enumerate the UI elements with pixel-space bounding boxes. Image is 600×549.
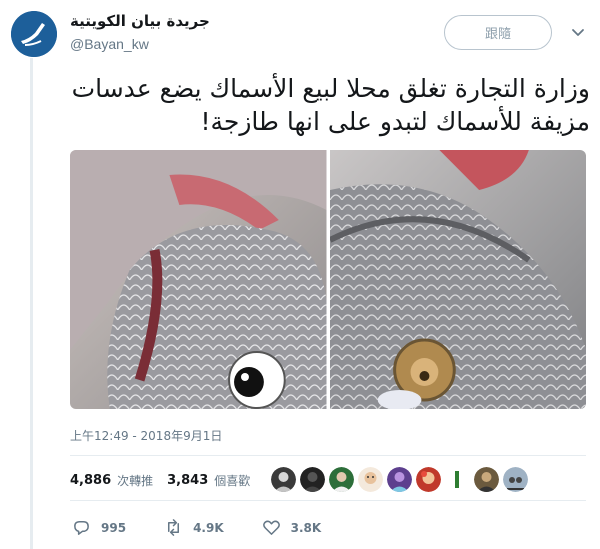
tweet-media <box>70 150 586 409</box>
pen-logo-icon <box>11 11 57 57</box>
retweet-label[interactable]: 次轉推 <box>117 472 153 489</box>
liker-avatars <box>271 467 528 492</box>
tweet-timestamp[interactable]: 上午12:49 - 2018年9月1日 <box>70 427 222 444</box>
liker-avatar[interactable] <box>416 467 441 492</box>
tweet-text-line: وزارة التجارة تغلق محلا لبيع الأسماك يضع… <box>71 74 590 103</box>
tweet-actions: 995 4.9K 3.8K <box>72 518 359 537</box>
liker-avatar[interactable] <box>329 467 354 492</box>
reply-icon <box>74 521 89 535</box>
like-count[interactable]: 3,843 <box>167 473 208 488</box>
account-avatar[interactable] <box>11 11 57 57</box>
fish-photo-image <box>70 150 327 409</box>
retweet-icon <box>168 519 180 536</box>
chevron-down-icon <box>572 29 584 36</box>
like-label[interactable]: 個喜歡 <box>214 472 250 489</box>
follow-button[interactable]: 跟隨 <box>444 15 552 50</box>
liker-avatar[interactable] <box>271 467 296 492</box>
reply-count: 995 <box>101 520 127 535</box>
like-button[interactable]: 3.8K <box>262 518 322 537</box>
liker-avatar[interactable] <box>300 467 325 492</box>
tweet-stats: 4,886 次轉推 3,843 個喜歡 <box>70 472 264 489</box>
retweet-count[interactable]: 4,886 <box>70 473 111 488</box>
account-name[interactable]: جريدة بيان الكويتية <box>70 12 210 30</box>
retweet-button[interactable]: 4.9K <box>164 518 224 537</box>
fish-photo-image <box>329 150 586 409</box>
liker-avatar[interactable] <box>358 467 383 492</box>
like-action-count: 3.8K <box>290 520 322 535</box>
divider <box>70 455 586 456</box>
tweet-text: وزارة التجارة تغلق محلا لبيع الأسماك يضع… <box>70 72 590 138</box>
liker-avatar[interactable] <box>387 467 412 492</box>
account-handle[interactable]: @Bayan_kw <box>70 36 149 52</box>
more-options-button[interactable] <box>570 24 586 40</box>
tweet-text-line: مزيفة للأسماك لتبدو على انها طازجة! <box>200 107 590 136</box>
divider <box>70 500 586 501</box>
tweet-photo-fish-googly-eye[interactable] <box>70 150 327 409</box>
liker-avatar[interactable] <box>474 467 499 492</box>
thread-line <box>30 58 33 549</box>
retweet-action-count: 4.9K <box>193 520 224 535</box>
reply-button[interactable]: 995 <box>72 518 126 537</box>
liker-avatar[interactable] <box>503 467 528 492</box>
tweet-photo-fish-lens-eye[interactable] <box>329 150 586 409</box>
liker-avatar[interactable] <box>445 467 470 492</box>
heart-icon <box>262 520 280 535</box>
